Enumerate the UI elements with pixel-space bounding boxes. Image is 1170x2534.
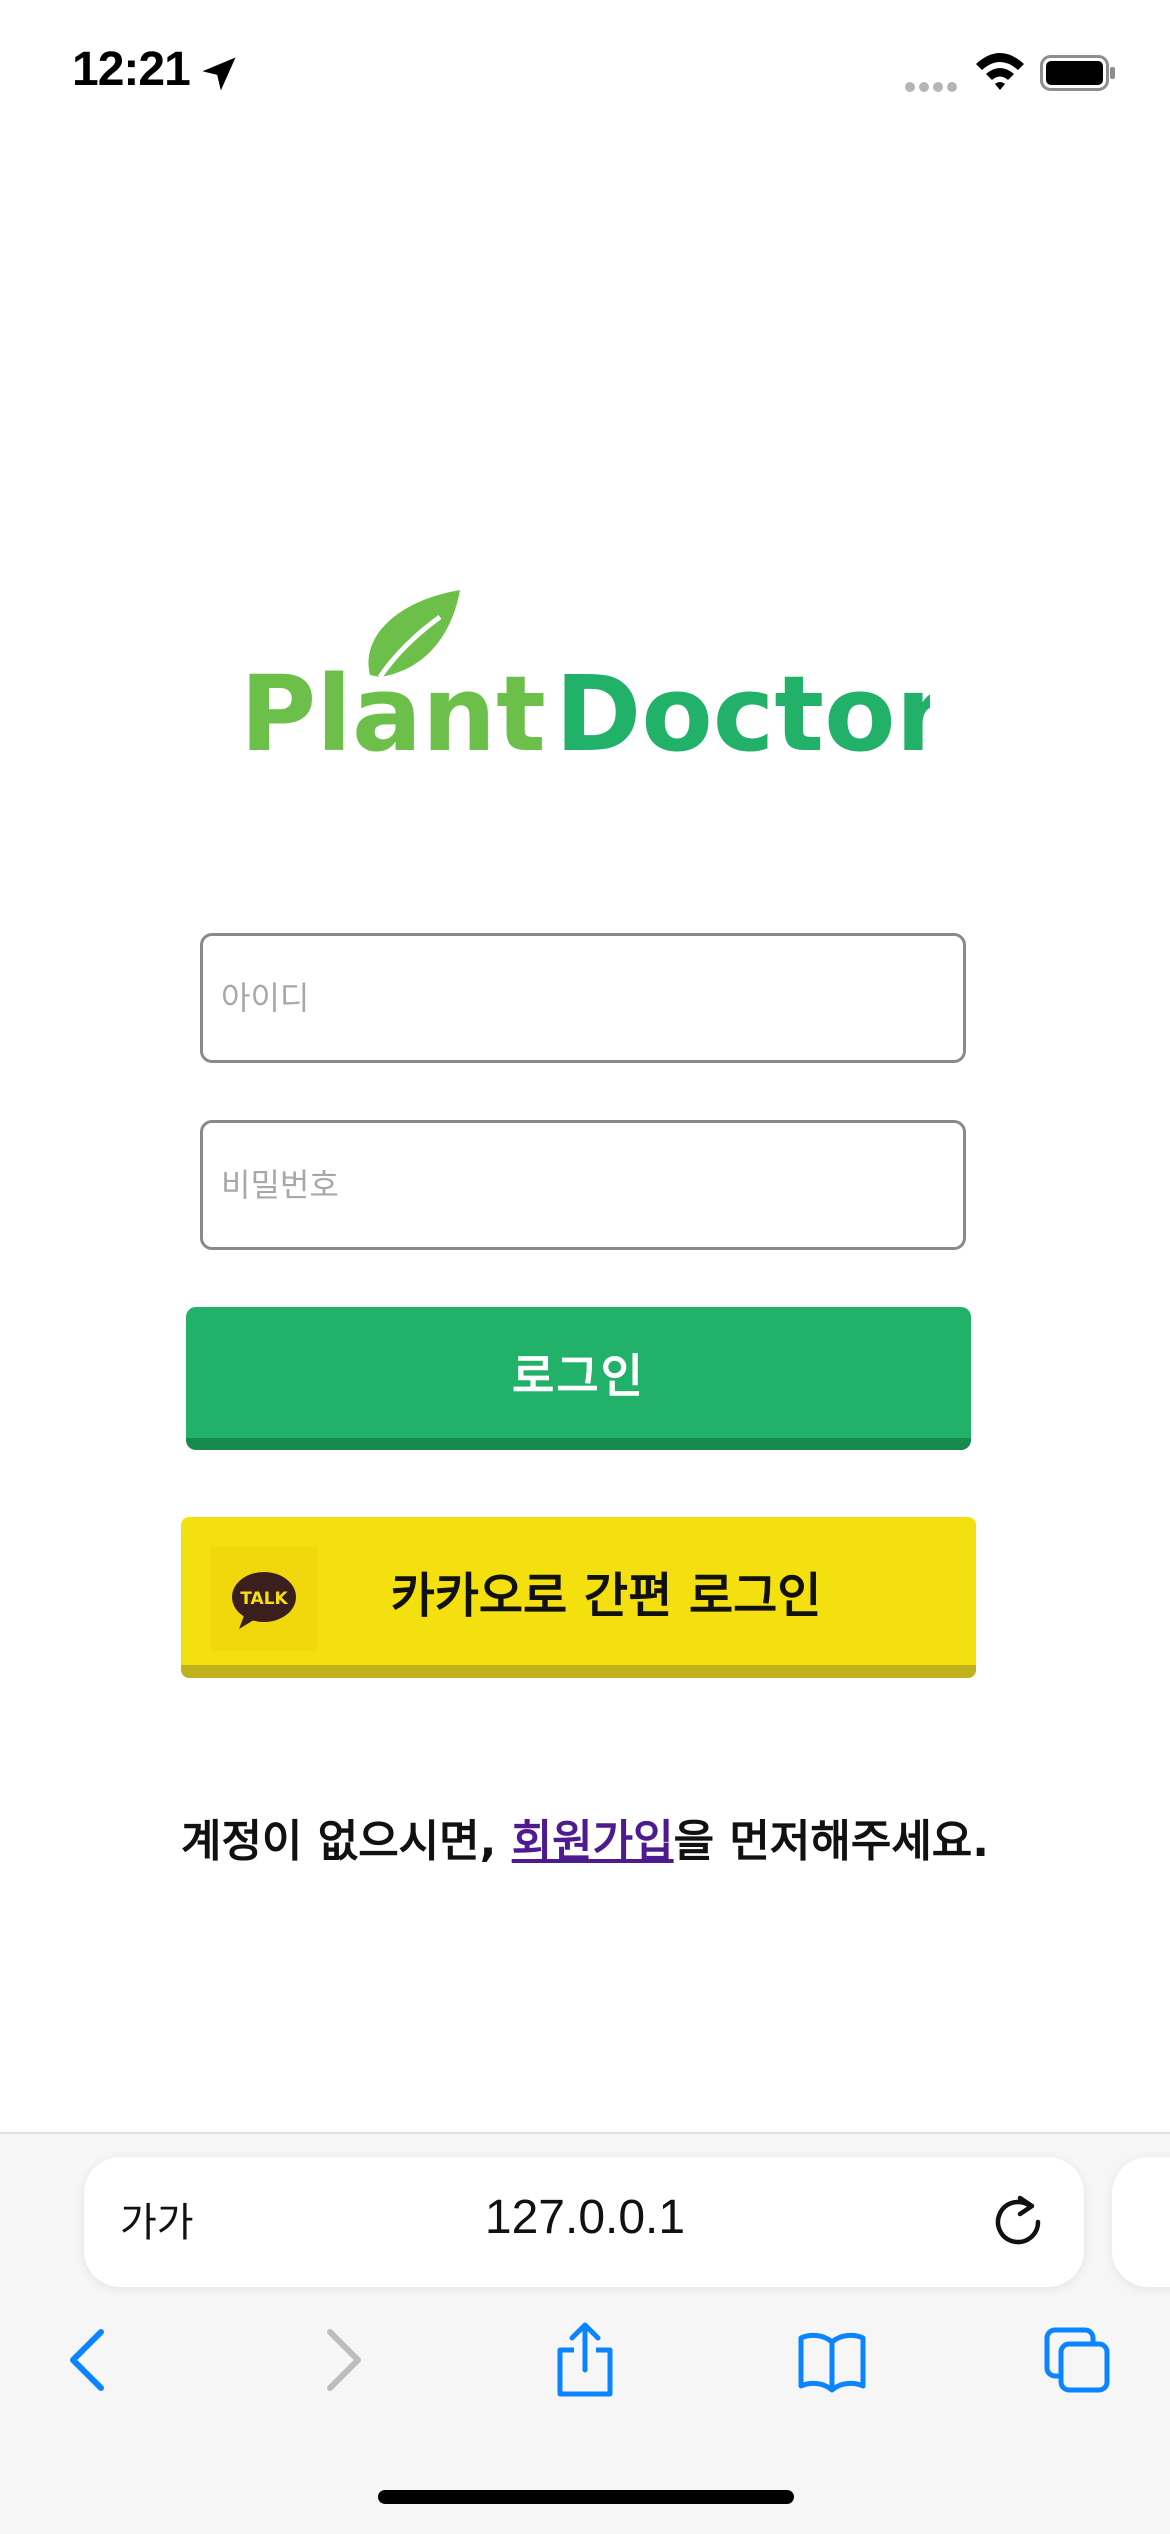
password-input[interactable] [203, 1123, 963, 1247]
login-button[interactable]: 로그인 [186, 1307, 971, 1450]
share-icon[interactable] [550, 2322, 620, 2398]
back-icon[interactable] [55, 2322, 125, 2398]
signup-link[interactable]: 회원가입 [512, 1816, 674, 1867]
reload-icon[interactable] [990, 2190, 1046, 2250]
logo-text-doctor: Doctor [555, 653, 930, 760]
location-arrow-icon [202, 57, 236, 91]
logo-text-plant: Plant [240, 653, 546, 760]
kakao-talk-icon: TALK [232, 1572, 296, 1629]
status-time: 12:21 [72, 43, 191, 96]
kakao-login-label: 카카오로 간편 로그인 [390, 1568, 822, 1624]
plant-doctor-logo: Plant Doctor [240, 590, 930, 760]
kakao-badge-text: TALK [240, 1589, 288, 1609]
bookmarks-icon[interactable] [797, 2322, 867, 2398]
id-field[interactable] [200, 933, 966, 1063]
battery-icon [1040, 55, 1115, 91]
signup-suffix: 을 먼저해주세요. [673, 1816, 990, 1867]
kakao-login-button[interactable]: TALK 카카오로 간편 로그인 [181, 1517, 976, 1678]
signup-prompt: 계정이 없으시면, 회원가입을 먼저해주세요. [0, 1805, 1170, 1869]
home-indicator [378, 2490, 794, 2504]
id-input[interactable] [203, 936, 963, 1060]
login-button-label: 로그인 [512, 1348, 645, 1403]
wifi-icon [976, 53, 1024, 90]
tabs-icon[interactable] [1043, 2322, 1113, 2398]
cellular-signal-icon [905, 82, 957, 92]
kakao-icon-box: TALK [211, 1547, 317, 1651]
forward-icon[interactable] [306, 2322, 376, 2398]
password-field[interactable] [200, 1120, 966, 1250]
signup-prefix: 계정이 없으시면, [180, 1816, 512, 1867]
